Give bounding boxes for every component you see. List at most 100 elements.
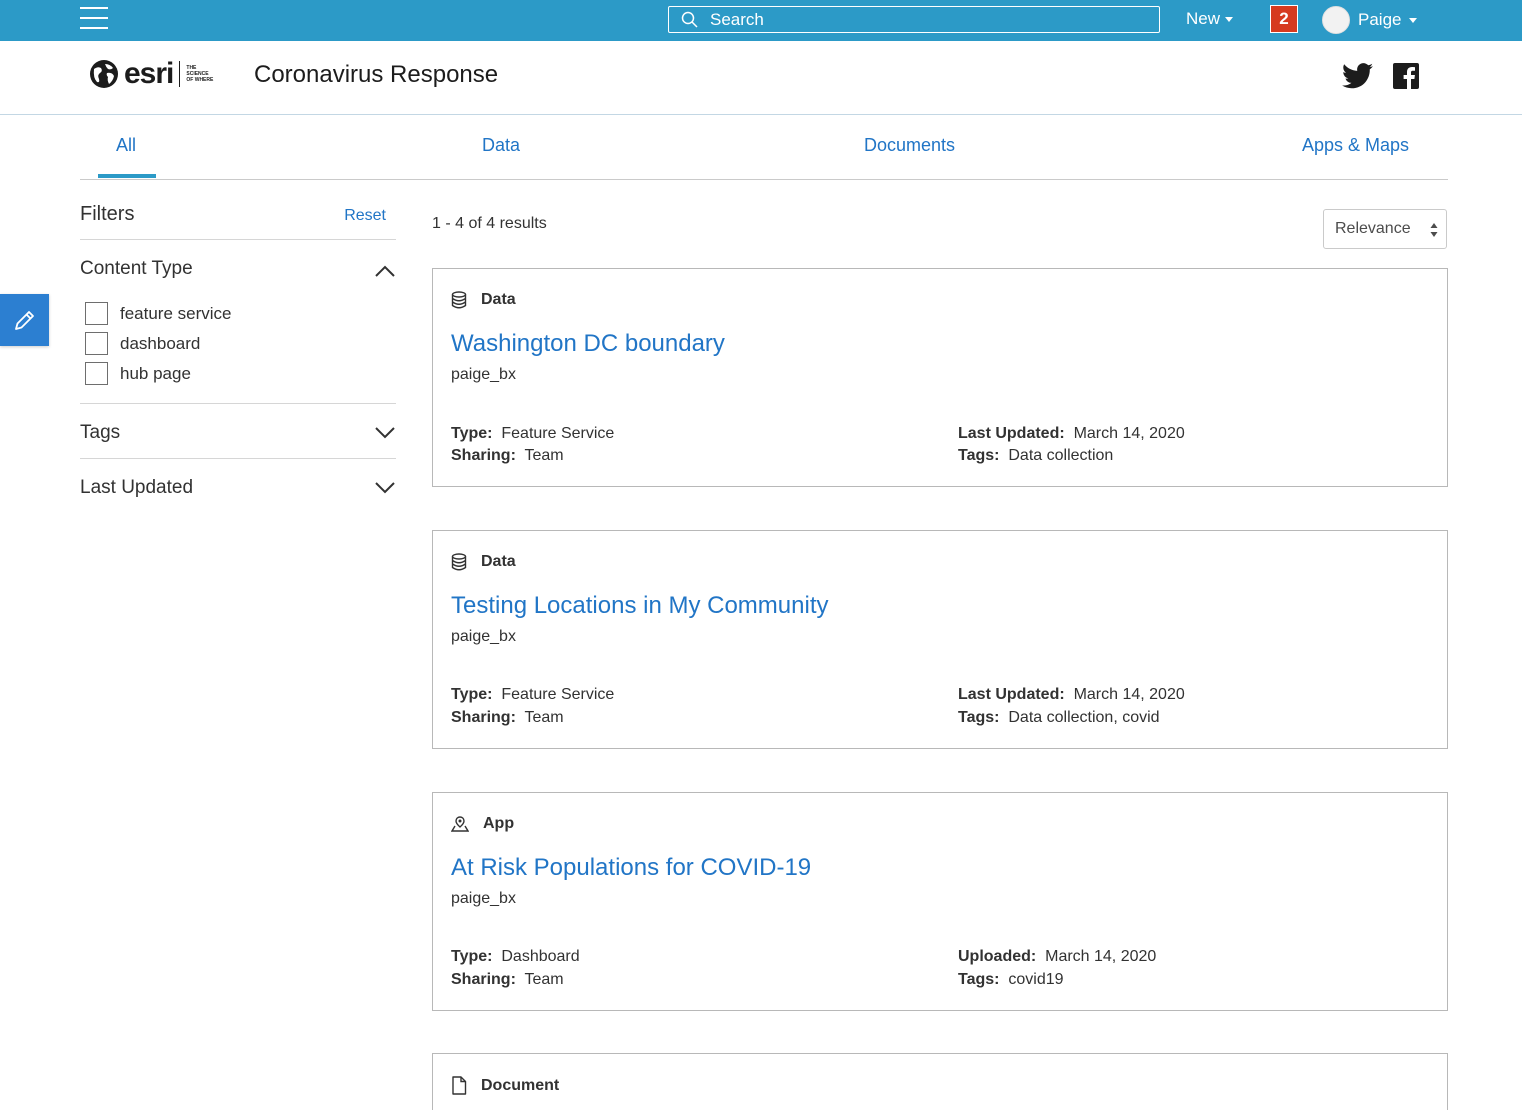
- meta-label: Sharing:: [451, 447, 516, 464]
- tags-title: Tags: [80, 422, 121, 443]
- option-label: feature service: [120, 303, 232, 323]
- filters-title: Filters: [80, 203, 135, 225]
- caret-down-icon: [1225, 16, 1234, 22]
- new-menu-button[interactable]: New: [1186, 9, 1234, 29]
- checkbox[interactable]: [85, 362, 108, 385]
- esri-logo[interactable]: esri THE SCIENCE OF WHERE: [88, 57, 216, 91]
- logo-wordmark: esri: [124, 57, 174, 90]
- caret-down-icon: [1409, 17, 1418, 23]
- facebook-icon[interactable]: [1393, 63, 1419, 89]
- card-title-link[interactable]: At Risk Populations for COVID-19: [451, 854, 811, 882]
- meta-label: Type:: [451, 425, 493, 442]
- card-tags: Tags: Data collection: [958, 447, 1113, 465]
- card-title-link[interactable]: Testing Locations in My Community: [451, 592, 828, 620]
- card-sharing: Sharing: Team: [451, 709, 564, 727]
- meta-value: Dashboard: [501, 948, 580, 965]
- card-sharing: Sharing: Team: [451, 971, 564, 989]
- edit-page-button[interactable]: [0, 294, 49, 346]
- meta-label: Last Updated:: [958, 686, 1065, 703]
- card-type: Type: Feature Service: [451, 686, 614, 704]
- content-type-option-dashboard[interactable]: dashboard: [85, 332, 200, 355]
- option-label: dashboard: [120, 333, 201, 353]
- meta-value: Data collection: [1008, 447, 1114, 464]
- checkbox[interactable]: [85, 332, 108, 355]
- results-count: 1 - 4 of 4 results: [432, 215, 547, 232]
- site-title: Coronavirus Response: [254, 61, 499, 88]
- meta-label: Sharing:: [451, 971, 516, 988]
- card-tags: Tags: Data collection, covid: [958, 709, 1160, 727]
- meta-label: Tags:: [958, 709, 1000, 726]
- card-owner: paige_bx: [451, 628, 516, 645]
- new-menu-label: New: [1186, 9, 1221, 28]
- hamburger-menu-icon[interactable]: [80, 6, 108, 32]
- database-icon: [451, 291, 467, 309]
- logo-divider: [179, 61, 181, 87]
- search-box[interactable]: [668, 6, 1160, 33]
- last-updated-title: Last Updated: [80, 477, 194, 498]
- card-sharing: Sharing: Team: [451, 447, 564, 465]
- card-kind: Data: [451, 291, 516, 309]
- card-type: Type: Dashboard: [451, 948, 580, 966]
- meta-value: March 14, 2020: [1073, 686, 1185, 703]
- meta-value: Team: [524, 447, 564, 464]
- card-last-updated: Last Updated: March 14, 2020: [958, 686, 1185, 704]
- card-last-updated: Last Updated: March 14, 2020: [958, 425, 1185, 443]
- map-pin-app-icon: [451, 816, 469, 832]
- card-kind-label: Data: [481, 553, 516, 570]
- logo-tagline: THE SCIENCE OF WHERE: [186, 65, 214, 83]
- chevron-down-icon[interactable]: [374, 426, 396, 440]
- user-menu-button[interactable]: Paige: [1322, 6, 1418, 34]
- card-kind: Document: [451, 1076, 559, 1095]
- meta-label: Tags:: [958, 447, 1000, 464]
- card-kind-label: Data: [481, 291, 516, 308]
- result-card: Document: [432, 1053, 1448, 1110]
- twitter-icon[interactable]: [1342, 63, 1373, 89]
- meta-label: Last Updated:: [958, 425, 1065, 442]
- tags-filter[interactable]: Tags: [80, 404, 396, 459]
- card-tags: Tags: covid19: [958, 971, 1064, 989]
- result-card: Data Washington DC boundary paige_bx Typ…: [432, 268, 1448, 487]
- tab-documents[interactable]: Documents: [864, 135, 955, 156]
- sort-select[interactable]: Relevance: [1323, 209, 1447, 249]
- content-type-title: Content Type: [80, 258, 193, 279]
- meta-label: Type:: [451, 948, 493, 965]
- sort-value: Relevance: [1335, 220, 1411, 237]
- tab-data[interactable]: Data: [482, 135, 520, 156]
- card-kind-label: Document: [481, 1076, 560, 1094]
- option-label: hub page: [120, 363, 191, 383]
- meta-value: Team: [524, 709, 564, 726]
- chevron-down-icon[interactable]: [374, 481, 396, 495]
- search-input[interactable]: [710, 9, 1150, 30]
- card-owner: paige_bx: [451, 890, 516, 907]
- chevron-up-icon[interactable]: [374, 264, 396, 278]
- reset-filters-link[interactable]: Reset: [344, 207, 386, 225]
- meta-label: Sharing:: [451, 709, 516, 726]
- meta-value: Data collection, covid: [1008, 709, 1160, 726]
- tab-all[interactable]: All: [116, 135, 136, 156]
- avatar: [1322, 6, 1350, 34]
- document-icon: [452, 1076, 467, 1095]
- card-kind: App: [451, 815, 514, 833]
- tab-apps-maps[interactable]: Apps & Maps: [1302, 135, 1409, 156]
- sort-arrows-icon: [1430, 223, 1438, 237]
- card-title-link[interactable]: Washington DC boundary: [451, 330, 725, 358]
- content-tabs: All Data Documents Apps & Maps: [80, 115, 1448, 180]
- filters-panel: Filters Reset Content Type feature servi…: [80, 195, 396, 514]
- checkbox[interactable]: [85, 302, 108, 325]
- card-owner: paige_bx: [451, 366, 516, 383]
- meta-label: Uploaded:: [958, 948, 1037, 965]
- content-type-option-feature-service[interactable]: feature service: [85, 302, 232, 325]
- site-header: esri THE SCIENCE OF WHERE Coronavirus Re…: [0, 41, 1522, 115]
- meta-label: Type:: [451, 686, 493, 703]
- content-type-option-hub-page[interactable]: hub page: [85, 362, 191, 385]
- active-tab-indicator: [98, 174, 156, 178]
- globe-icon: [90, 60, 118, 88]
- notifications-badge[interactable]: 2: [1270, 5, 1298, 33]
- meta-value: March 14, 2020: [1045, 948, 1157, 965]
- user-name: Paige: [1358, 10, 1402, 29]
- top-navigation-bar: New 2 Paige: [0, 0, 1522, 41]
- card-uploaded: Uploaded: March 14, 2020: [958, 948, 1156, 966]
- last-updated-filter[interactable]: Last Updated: [80, 459, 396, 514]
- meta-value: March 14, 2020: [1073, 425, 1185, 442]
- filters-header: Filters Reset: [80, 195, 396, 240]
